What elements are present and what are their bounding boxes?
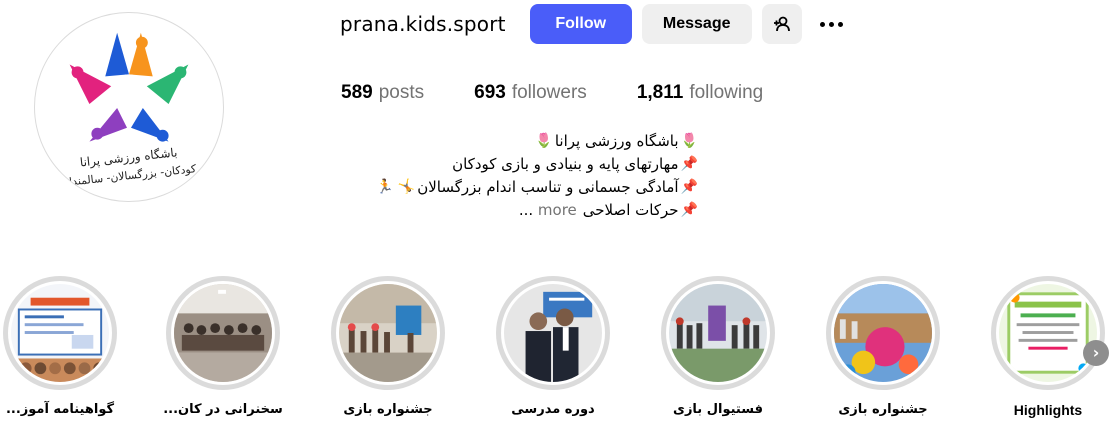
followers-label: followers bbox=[511, 82, 587, 103]
bio-text: باشگاه ورزشی پرانا bbox=[554, 132, 679, 150]
profile-stats: 589 posts 693 followers 1,811 following bbox=[341, 82, 813, 104]
bio-line: 🌷 باشگاه ورزشی پرانا 🌷 bbox=[340, 130, 700, 153]
highlight-ring bbox=[661, 276, 775, 390]
pushpin-icon: 📌 bbox=[680, 179, 698, 195]
highlight-ring bbox=[331, 276, 445, 390]
profile-bio: 🌷 باشگاه ورزشی پرانا 🌷 📌 مهارتهای پایه و بن… bbox=[340, 130, 700, 222]
more-ellipsis: ... bbox=[518, 201, 534, 219]
highlight-ring bbox=[496, 276, 610, 390]
tulip-icon: 🌷 bbox=[535, 133, 553, 149]
highlight-label: Highlights bbox=[1013, 402, 1083, 418]
course-highlight-thumbnail bbox=[504, 284, 602, 382]
festival-balls-highlight-thumbnail bbox=[834, 284, 932, 382]
highlights-next-button[interactable]: › bbox=[1083, 340, 1109, 366]
add-user-icon bbox=[773, 16, 790, 32]
bio-line: 📌 آمادگی جسمانی و تناسب اندام بزرگسالان 🤸 🏃 bbox=[340, 176, 700, 199]
highlight-item[interactable]: سخنرانی در کان... bbox=[163, 276, 283, 417]
following-count: 1,811 bbox=[636, 82, 684, 103]
bio-line: 📌 مهارتهای پایه و بنیادی و بازی کودکان bbox=[340, 153, 700, 176]
message-button[interactable]: Message bbox=[641, 4, 752, 44]
bio-more-link[interactable]: ... more bbox=[519, 199, 577, 222]
highlight-item[interactable]: جشنواره بازی bbox=[328, 276, 448, 417]
followers-stat[interactable]: 693 followers bbox=[474, 82, 587, 104]
gymnast-icon: 🤸 bbox=[397, 179, 416, 195]
highlight-item[interactable]: دوره مدرسی bbox=[493, 276, 613, 417]
more-options-icon bbox=[820, 21, 844, 27]
highlight-ring bbox=[3, 276, 117, 390]
story-highlights: گواهینامه آموز... سخنرانی در کان... جشنو… bbox=[0, 276, 1115, 425]
tulip-icon: 🌷 bbox=[680, 133, 698, 149]
follow-button[interactable]: Follow bbox=[529, 4, 632, 44]
bio-text: آمادگی جسمانی و تناسب اندام بزرگسالان bbox=[417, 178, 679, 196]
highlight-item[interactable]: فستیوال بازی bbox=[658, 276, 778, 417]
profile-avatar[interactable]: باشگاه ورزشی پرانا کودکان- بزرگسالان- سا… bbox=[34, 12, 224, 202]
pushpin-icon: 📌 bbox=[680, 156, 698, 172]
followers-count: 693 bbox=[474, 82, 506, 103]
pushpin-icon: 📌 bbox=[680, 202, 698, 218]
highlight-label: دوره مدرسی bbox=[511, 402, 595, 417]
profile-header: prana.kids.sport Follow Message bbox=[340, 4, 852, 44]
highlight-label: گواهینامه آموز... bbox=[5, 402, 115, 417]
highlight-label: جشنواره بازی bbox=[343, 402, 433, 417]
bio-line: 📌 حرکات اصلاحی ... more bbox=[340, 199, 700, 222]
posts-label: posts bbox=[378, 82, 425, 103]
certificate-highlight-thumbnail bbox=[11, 284, 109, 382]
posts-count: 589 bbox=[341, 82, 373, 103]
highlights-highlight-thumbnail bbox=[999, 284, 1097, 382]
posts-stat: 589 posts bbox=[341, 82, 424, 104]
runner-icon: 🏃 bbox=[376, 179, 394, 195]
festival-highlight-thumbnail bbox=[339, 284, 437, 382]
bio-text: مهارتهای پایه و بنیادی و بازی کودکان bbox=[452, 155, 679, 173]
following-label: following bbox=[689, 82, 764, 103]
highlight-ring bbox=[991, 276, 1105, 390]
conference-highlight-thumbnail bbox=[174, 284, 272, 382]
prana-logo-icon: باشگاه ورزشی پرانا کودکان- بزرگسالان- سا… bbox=[61, 32, 198, 189]
highlight-label: سخنرانی در کان... bbox=[163, 402, 283, 417]
highlight-label: فستیوال بازی bbox=[673, 402, 763, 417]
highlight-label: جشنواره بازی bbox=[838, 402, 928, 417]
game-festival-highlight-thumbnail bbox=[669, 284, 767, 382]
username: prana.kids.sport bbox=[340, 12, 506, 36]
chevron-right-icon: › bbox=[1092, 343, 1100, 362]
bio-text: حرکات اصلاحی bbox=[582, 201, 679, 219]
highlight-ring bbox=[826, 276, 940, 390]
following-stat[interactable]: 1,811 following bbox=[637, 82, 763, 104]
more-label: more bbox=[537, 201, 577, 219]
suggest-user-button[interactable] bbox=[761, 4, 802, 44]
highlight-item[interactable]: جشنواره بازی bbox=[823, 276, 943, 417]
more-options-button[interactable] bbox=[812, 4, 852, 44]
highlight-ring bbox=[166, 276, 280, 390]
highlight-item[interactable]: گواهینامه آموز... bbox=[0, 276, 120, 417]
